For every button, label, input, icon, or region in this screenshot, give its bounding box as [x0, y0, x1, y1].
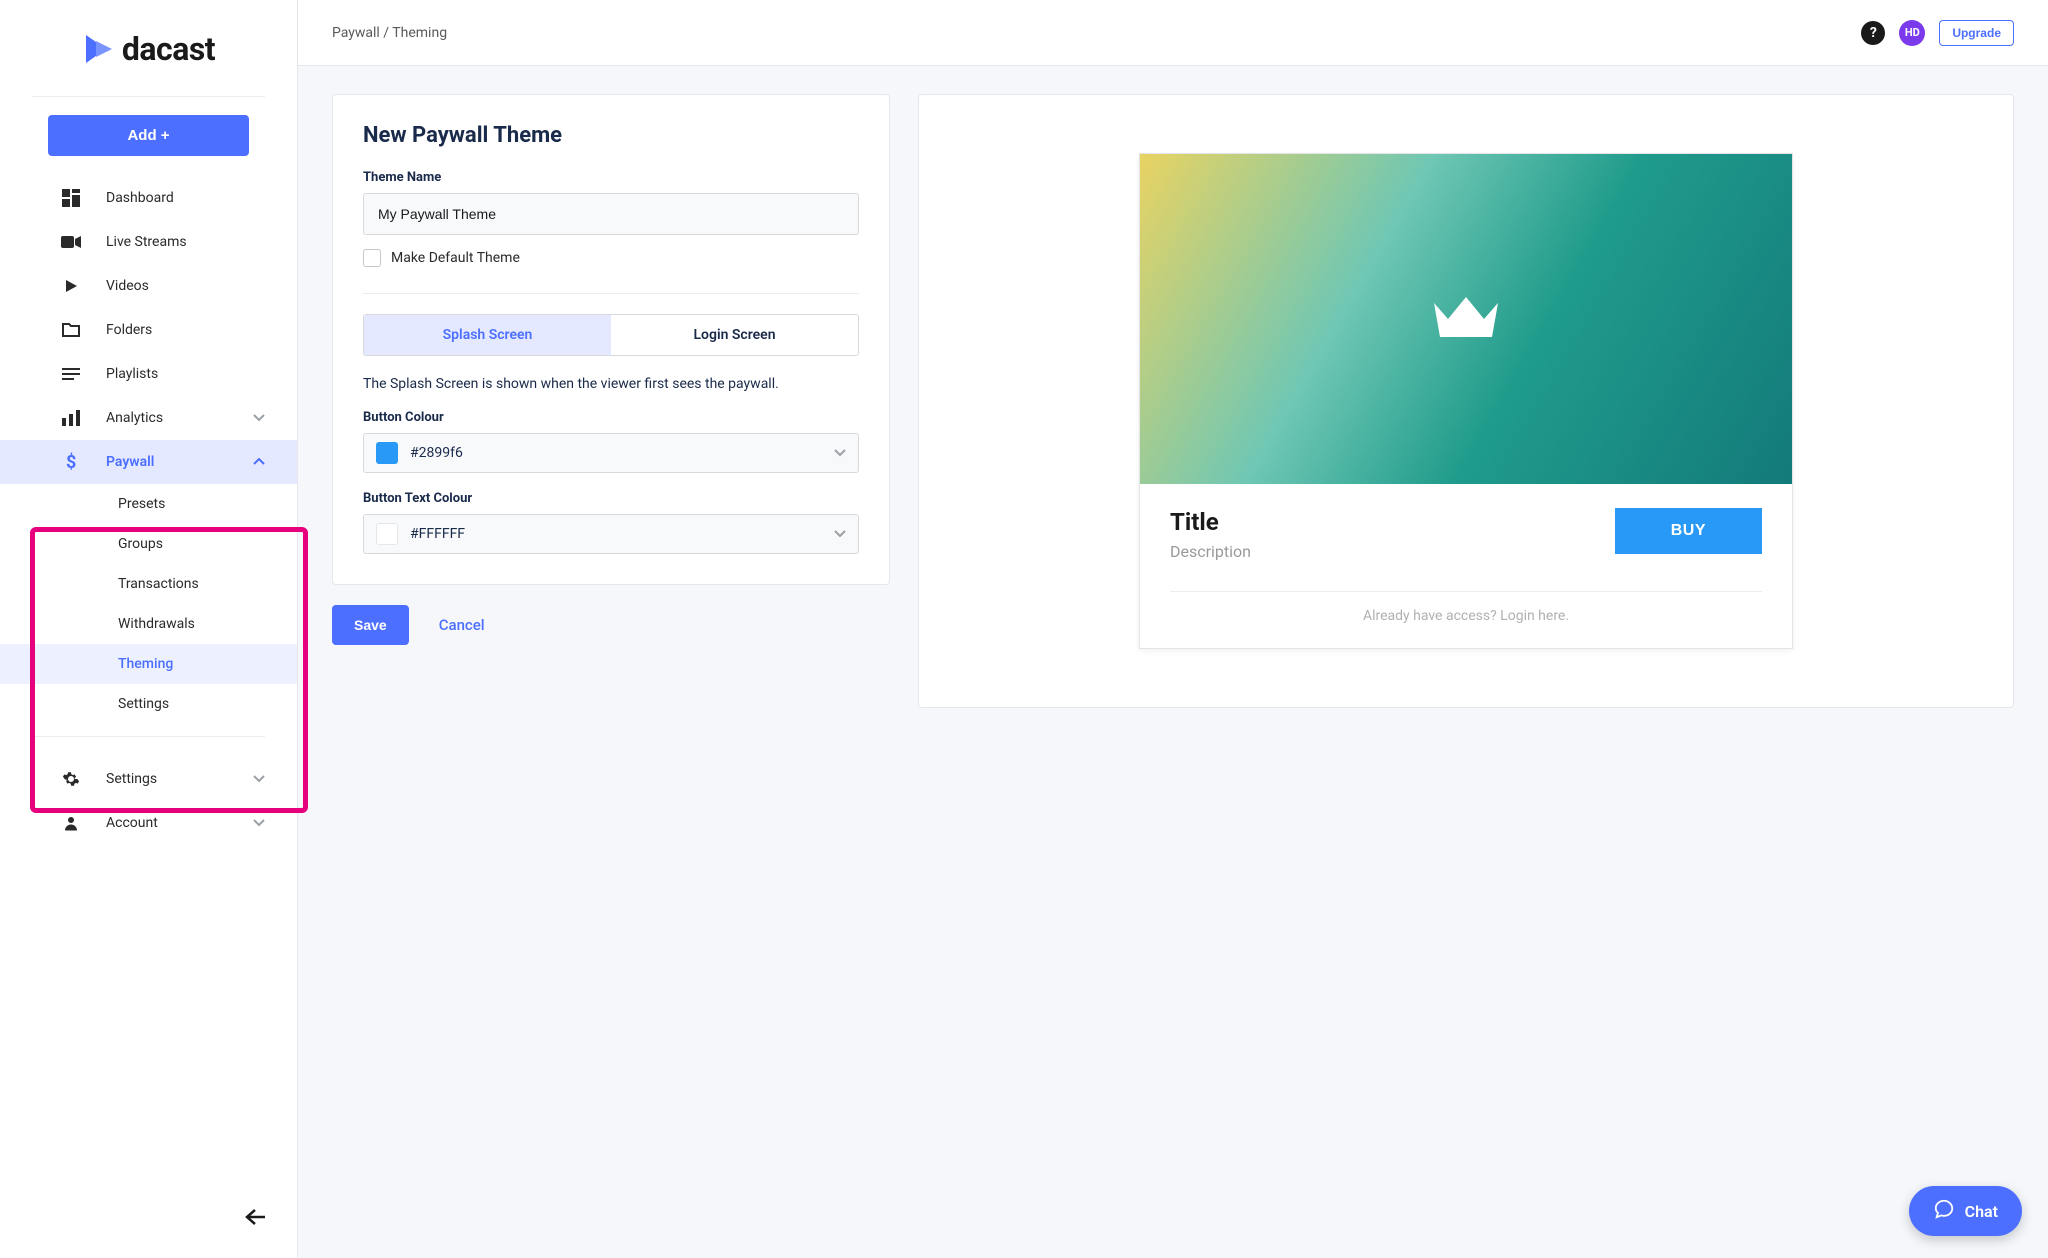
avatar[interactable]: HD — [1899, 20, 1925, 46]
person-icon — [60, 814, 82, 832]
theme-name-label: Theme Name — [363, 170, 859, 185]
colour-swatch-icon — [376, 442, 398, 464]
tab-login-screen[interactable]: Login Screen — [611, 315, 858, 355]
theme-name-input[interactable] — [363, 193, 859, 235]
upgrade-button[interactable]: Upgrade — [1939, 20, 2014, 46]
page-title: New Paywall Theme — [363, 123, 859, 148]
preview-title: Title — [1170, 508, 1251, 536]
help-icon[interactable]: ? — [1861, 21, 1885, 45]
dollar-icon: $ — [60, 452, 82, 472]
tab-splash-screen[interactable]: Splash Screen — [364, 315, 611, 355]
sidebar: dacast Add + Dashboard Live Streams Vide… — [0, 0, 298, 1258]
add-button[interactable]: Add + — [48, 115, 249, 156]
breadcrumb: Paywall / Theming — [332, 25, 447, 41]
sidebar-subitem-groups[interactable]: Groups — [0, 524, 297, 564]
sidebar-item-videos[interactable]: Videos — [0, 264, 297, 308]
svg-text:$: $ — [66, 452, 76, 472]
sidebar-item-dashboard[interactable]: Dashboard — [0, 176, 297, 220]
topbar: Paywall / Theming ? HD Upgrade — [298, 0, 2048, 66]
button-text-colour-value: #FFFFFF — [410, 526, 465, 542]
chevron-down-icon — [834, 445, 846, 461]
sidebar-subitem-settings[interactable]: Settings — [0, 684, 297, 724]
make-default-checkbox[interactable] — [363, 249, 381, 267]
sidebar-item-folders[interactable]: Folders — [0, 308, 297, 352]
sidebar-item-account[interactable]: Account — [0, 801, 297, 845]
chevron-down-icon — [253, 815, 265, 831]
chat-widget[interactable]: Chat — [1909, 1186, 2022, 1236]
gear-icon — [60, 770, 82, 788]
chevron-down-icon — [834, 526, 846, 542]
cancel-button[interactable]: Cancel — [439, 616, 485, 634]
buy-button[interactable]: BUY — [1615, 508, 1762, 554]
logo: dacast — [0, 0, 297, 96]
button-colour-label: Button Colour — [363, 410, 859, 425]
paywall-submenu: Presets Groups Transactions Withdrawals … — [0, 484, 297, 724]
preview-footnote[interactable]: Already have access? Login here. — [1170, 608, 1762, 624]
form-card: New Paywall Theme Theme Name Make Defaul… — [332, 94, 890, 585]
preview-description: Description — [1170, 542, 1251, 561]
chevron-up-icon — [253, 454, 265, 470]
sidebar-subitem-theming[interactable]: Theming — [0, 644, 297, 684]
camera-icon — [60, 235, 82, 249]
play-icon — [60, 278, 82, 294]
paywall-preview: Title Description BUY Already have acces… — [1139, 153, 1793, 649]
preview-card: Title Description BUY Already have acces… — [918, 94, 2014, 708]
logo-text: dacast — [122, 30, 215, 68]
sidebar-item-livestreams[interactable]: Live Streams — [0, 220, 297, 264]
playlist-icon — [60, 367, 82, 381]
chat-label: Chat — [1965, 1202, 1998, 1221]
sidebar-subitem-withdrawals[interactable]: Withdrawals — [0, 604, 297, 644]
sidebar-item-settings[interactable]: Settings — [0, 757, 297, 801]
logo-icon — [82, 31, 118, 67]
crown-icon — [1430, 289, 1502, 349]
analytics-icon — [60, 410, 82, 426]
collapse-sidebar-button[interactable] — [241, 1202, 271, 1232]
chevron-down-icon — [253, 410, 265, 426]
sidebar-subitem-presets[interactable]: Presets — [0, 484, 297, 524]
make-default-label: Make Default Theme — [391, 250, 520, 266]
chat-icon — [1933, 1198, 1955, 1224]
sidebar-item-analytics[interactable]: Analytics — [0, 396, 297, 440]
save-button[interactable]: Save — [332, 605, 409, 645]
button-text-colour-label: Button Text Colour — [363, 491, 859, 506]
colour-swatch-icon — [376, 523, 398, 545]
preview-hero — [1140, 154, 1792, 484]
main: Paywall / Theming ? HD Upgrade New Paywa… — [298, 0, 2048, 1258]
sidebar-subitem-transactions[interactable]: Transactions — [0, 564, 297, 604]
chevron-down-icon — [253, 771, 265, 787]
screen-tabs: Splash Screen Login Screen — [363, 314, 859, 356]
button-colour-select[interactable]: #2899f6 — [363, 433, 859, 473]
button-colour-value: #2899f6 — [410, 445, 463, 461]
folder-icon — [60, 322, 82, 338]
dashboard-icon — [60, 189, 82, 207]
sidebar-item-playlists[interactable]: Playlists — [0, 352, 297, 396]
sidebar-item-paywall[interactable]: $ Paywall — [0, 440, 297, 484]
splash-hint: The Splash Screen is shown when the view… — [363, 376, 859, 392]
button-text-colour-select[interactable]: #FFFFFF — [363, 514, 859, 554]
nav: Dashboard Live Streams Videos Folders Pl… — [0, 176, 297, 1258]
